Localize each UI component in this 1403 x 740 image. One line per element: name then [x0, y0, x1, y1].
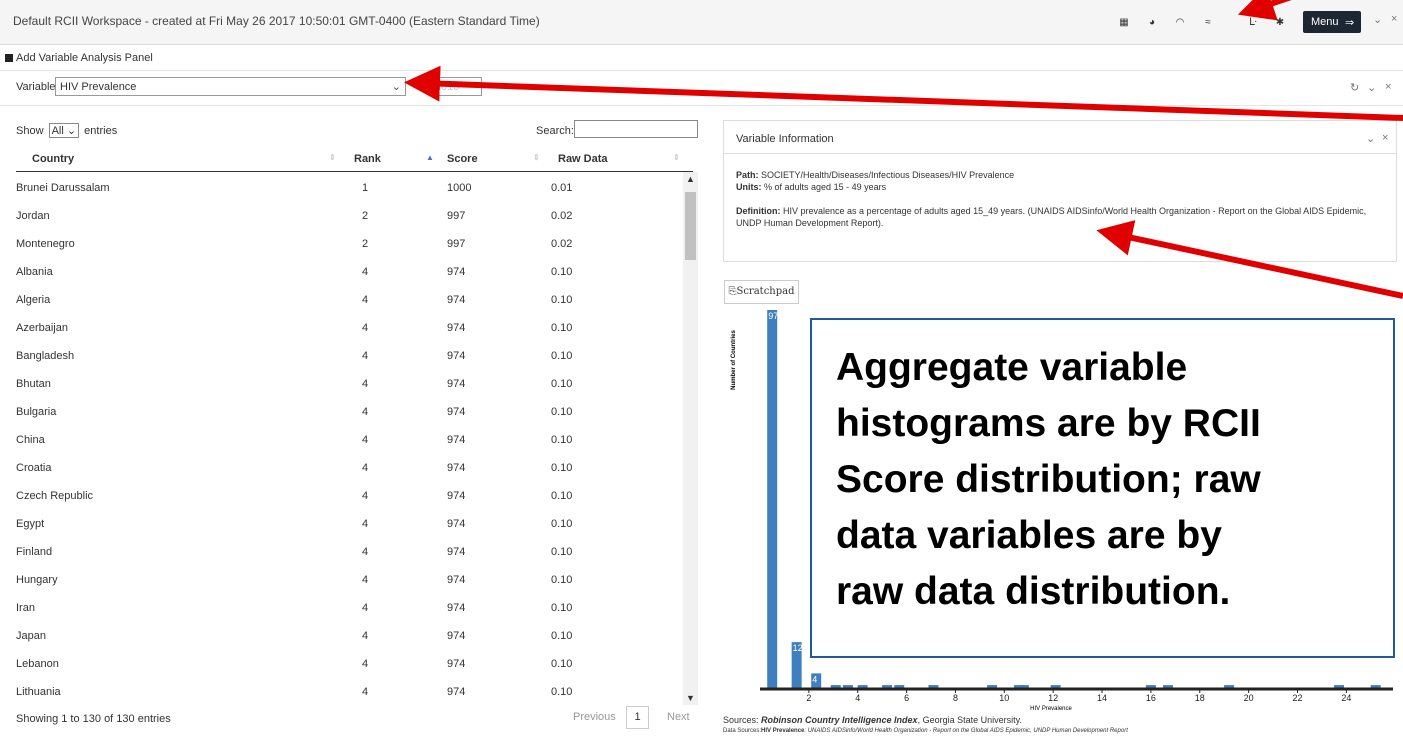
annotation-arrows	[404, 0, 1403, 299]
arrow-to-toolbar	[1237, 0, 1292, 21]
arrow-to-definition	[1096, 220, 1403, 299]
arrow-to-variable-select	[404, 65, 1403, 121]
